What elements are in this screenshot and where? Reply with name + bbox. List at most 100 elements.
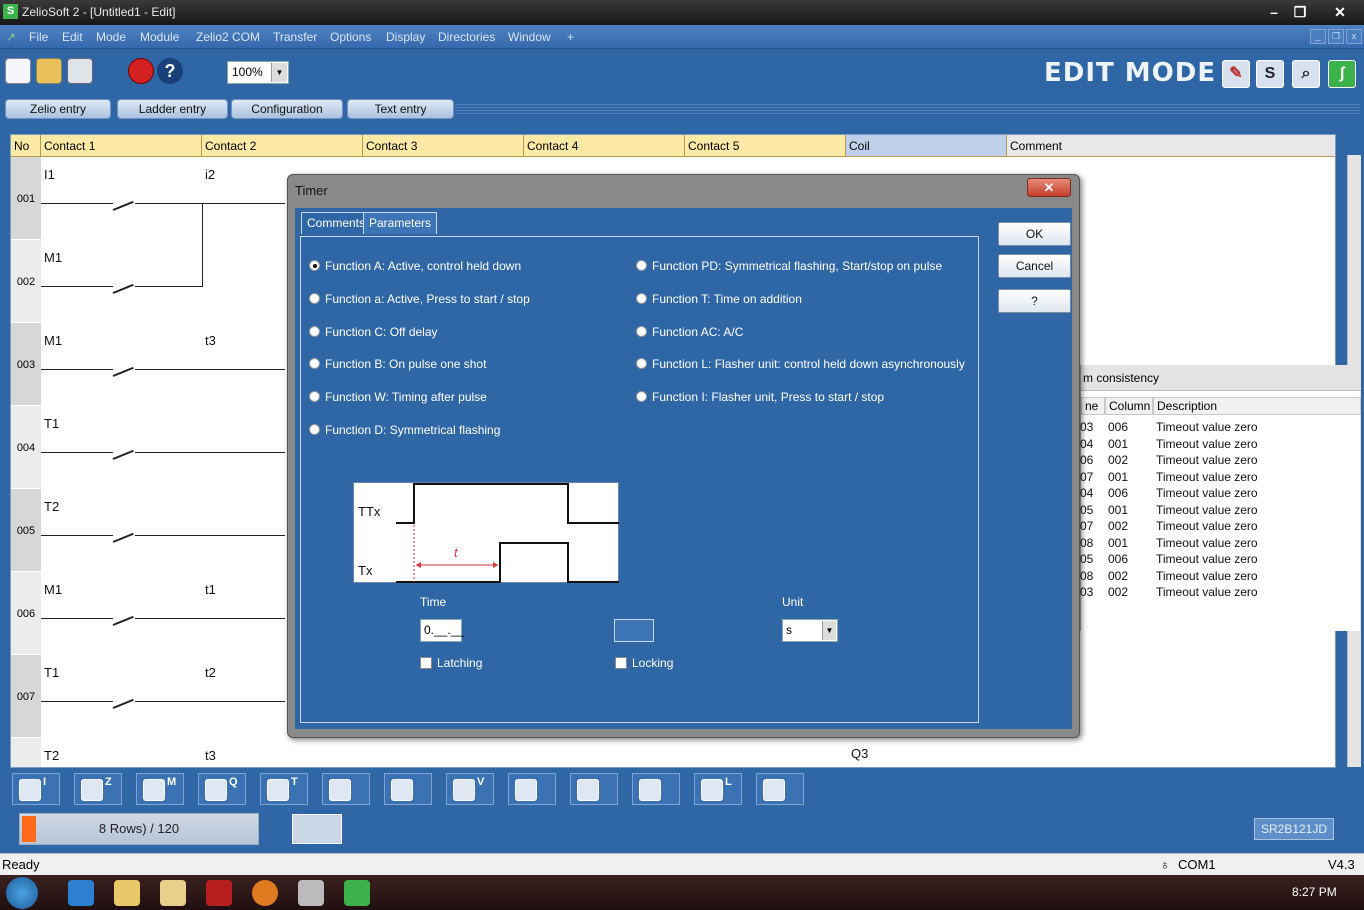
save-icon[interactable] xyxy=(67,58,93,84)
clock-grid-button[interactable] xyxy=(632,773,680,805)
mdi-close-button[interactable]: x xyxy=(1346,29,1362,44)
radio-dot-icon[interactable] xyxy=(636,358,647,370)
radio-dot-icon[interactable] xyxy=(309,358,320,370)
menu-display[interactable]: Display xyxy=(386,30,425,44)
contact-label[interactable]: t3 xyxy=(205,748,216,763)
dialog-close-button[interactable]: ✕ xyxy=(1027,178,1071,197)
firefox-icon[interactable] xyxy=(252,880,278,906)
dialog-help-button[interactable]: ? xyxy=(998,289,1071,313)
explorer-icon[interactable] xyxy=(114,880,140,906)
radio-dot-icon[interactable] xyxy=(309,391,320,403)
output-coil-button[interactable]: Q xyxy=(198,773,246,805)
tab-ladder-entry[interactable]: Ladder entry xyxy=(117,99,228,119)
time-secondary-field[interactable] xyxy=(614,619,654,642)
contact-label[interactable]: T2 xyxy=(44,748,59,763)
opera-icon[interactable] xyxy=(206,880,232,906)
function-radio[interactable]: Function AC: A/C xyxy=(636,325,743,339)
latching-checkbox[interactable] xyxy=(420,657,432,669)
function-radio[interactable]: Function I: Flasher unit, Press to start… xyxy=(636,390,884,404)
zx-key-button[interactable]: Z xyxy=(74,773,122,805)
radio-dot-icon[interactable] xyxy=(636,325,647,337)
mdi-restore-button[interactable]: ❐ xyxy=(1328,29,1344,44)
input-contact-button[interactable]: I xyxy=(12,773,60,805)
chevron-down-icon[interactable]: ▼ xyxy=(271,63,287,82)
timer-button[interactable]: T xyxy=(260,773,308,805)
program-icon[interactable] xyxy=(292,814,342,844)
monitoring-icon[interactable]: ⌕ xyxy=(1292,60,1320,88)
tab-configuration[interactable]: Configuration xyxy=(231,99,343,119)
cancel-button[interactable]: Cancel xyxy=(998,254,1071,278)
contact-label[interactable]: T2 xyxy=(44,499,59,514)
edit-mode-icon[interactable]: ✎ xyxy=(1222,60,1250,88)
function-radio[interactable]: Function T: Time on addition xyxy=(636,292,802,306)
coil-q3-label[interactable]: Q3 xyxy=(851,746,868,761)
function-radio[interactable]: Function a: Active, Press to start / sto… xyxy=(309,292,530,306)
menu-transfer[interactable]: Transfer xyxy=(273,30,317,44)
memory-bit-button[interactable]: M xyxy=(136,773,184,805)
radio-dot-icon[interactable] xyxy=(636,260,647,271)
counter-button[interactable] xyxy=(322,773,370,805)
fast-counter-button[interactable] xyxy=(384,773,432,805)
menu-zelio2-com[interactable]: Zelio2 COM xyxy=(196,30,260,44)
help-icon[interactable]: ? xyxy=(157,58,183,84)
tab-parameters[interactable]: Parameters xyxy=(363,212,438,234)
unit-select[interactable]: s ▼ xyxy=(782,619,838,642)
tab-text-entry[interactable]: Text entry xyxy=(347,99,454,119)
function-radio[interactable]: Function A: Active, control held down xyxy=(309,259,521,273)
function-radio[interactable]: Function W: Timing after pulse xyxy=(309,390,487,404)
open-folder-icon[interactable] xyxy=(36,58,62,84)
menu-mode[interactable]: Mode xyxy=(96,30,126,44)
radio-dot-icon[interactable] xyxy=(309,325,320,337)
menu-file[interactable]: File xyxy=(29,30,48,44)
printer-icon[interactable] xyxy=(298,880,324,906)
radio-dot-icon[interactable] xyxy=(309,260,320,271)
start-button-icon[interactable] xyxy=(6,877,38,909)
tab-zelio-entry[interactable]: Zelio entry xyxy=(5,99,111,119)
menu-directories[interactable]: Directories xyxy=(438,30,495,44)
app-menu-icon[interactable]: ↗ xyxy=(6,30,16,44)
contact-label[interactable]: t1 xyxy=(205,582,216,597)
contact-label[interactable]: M1 xyxy=(44,582,62,597)
text-display-button[interactable] xyxy=(508,773,556,805)
radio-dot-icon[interactable] xyxy=(636,292,647,304)
tab-comments[interactable]: Comments xyxy=(301,212,372,234)
media-icon[interactable] xyxy=(160,880,186,906)
contact-label[interactable]: t2 xyxy=(205,665,216,680)
zeliosoft-taskbar-icon[interactable] xyxy=(344,880,370,906)
minimize-button[interactable]: – xyxy=(1262,2,1286,22)
menu-options[interactable]: Options xyxy=(330,30,371,44)
contact-label[interactable]: M1 xyxy=(44,333,62,348)
menu-more[interactable]: + xyxy=(567,30,574,44)
contact-label[interactable]: t3 xyxy=(205,333,216,348)
mdi-minimize-button[interactable]: _ xyxy=(1310,29,1326,44)
contact-label[interactable]: T1 xyxy=(44,665,59,680)
analog-compare-button[interactable]: V xyxy=(446,773,494,805)
contact-label[interactable]: I1 xyxy=(44,167,55,182)
new-file-icon[interactable] xyxy=(5,58,31,84)
stop-icon[interactable] xyxy=(128,58,154,84)
close-button[interactable]: ✕ xyxy=(1328,2,1352,22)
restore-button[interactable]: ❐ xyxy=(1288,2,1312,22)
ok-button[interactable]: OK xyxy=(998,222,1071,246)
function-radio[interactable]: Function B: On pulse one shot xyxy=(309,357,486,371)
time-input[interactable]: 0.__.__ xyxy=(420,619,464,642)
summer-time-button[interactable] xyxy=(756,773,804,805)
lcd-backlight-button[interactable]: L xyxy=(694,773,742,805)
chevron-down-icon[interactable]: ▼ xyxy=(822,621,836,640)
menu-edit[interactable]: Edit xyxy=(62,30,83,44)
locking-checkbox[interactable] xyxy=(615,657,627,669)
module-reference[interactable]: SR2B121JD xyxy=(1254,818,1334,840)
radio-dot-icon[interactable] xyxy=(309,424,320,435)
radio-dot-icon[interactable] xyxy=(636,391,647,403)
contact-label[interactable]: T1 xyxy=(44,416,59,431)
function-radio[interactable]: Function D: Symmetrical flashing xyxy=(309,423,500,437)
function-radio[interactable]: Function L: Flasher unit: control held d… xyxy=(636,357,965,371)
zoom-select[interactable]: 100% ▼ xyxy=(227,61,289,84)
contact-label[interactable]: i2 xyxy=(205,167,215,182)
radio-dot-icon[interactable] xyxy=(309,292,320,304)
ie-icon[interactable] xyxy=(68,880,94,906)
function-radio[interactable]: Function C: Off delay xyxy=(309,325,438,339)
menu-module[interactable]: Module xyxy=(140,30,179,44)
function-radio[interactable]: Function PD: Symmetrical flashing, Start… xyxy=(636,259,942,273)
clock-button[interactable] xyxy=(570,773,618,805)
